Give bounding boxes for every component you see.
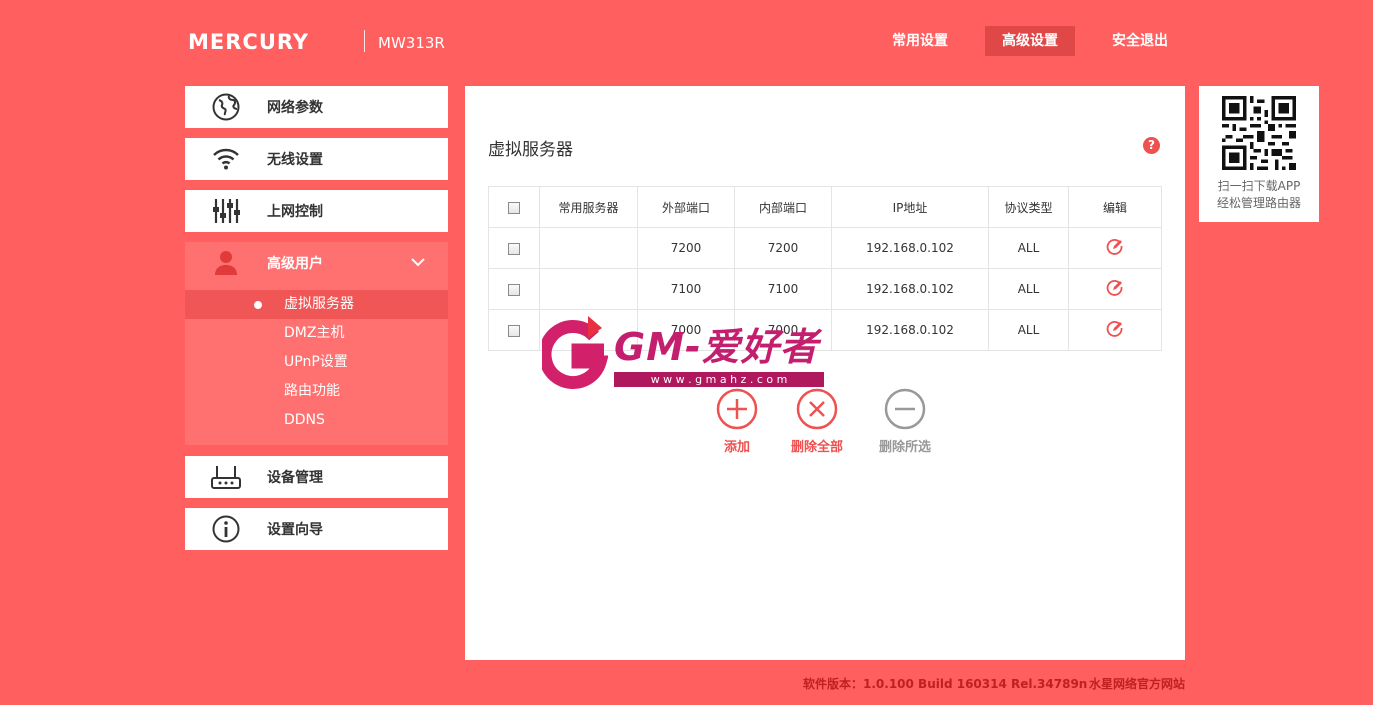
watermark: GM-爱好者 w w w . g m a h z . c o m <box>542 314 842 394</box>
column-header: 协议类型 <box>988 186 1069 228</box>
sidebar-item-label: 高级用户 <box>267 256 323 272</box>
nav-common-settings[interactable]: 常用设置 <box>880 26 960 56</box>
delete-selected-button[interactable]: 删除所选 <box>860 388 950 455</box>
column-header: 常用服务器 <box>539 186 638 228</box>
cell-external-port: 7200 <box>637 227 735 269</box>
sidebar-item-access-control[interactable]: 上网控制 <box>185 190 448 232</box>
qr-caption-line2: 经松管理路由器 <box>1216 196 1301 210</box>
help-icon[interactable]: ? <box>1143 137 1160 154</box>
submenu-upnp[interactable]: UPnP设置 <box>185 348 448 377</box>
app-qr-box: 扫一扫下载APP 经松管理路由器 <box>1199 86 1319 222</box>
cell-ip: 192.168.0.102 <box>831 268 989 310</box>
edit-icon[interactable] <box>1106 279 1124 300</box>
row-checkbox[interactable] <box>508 242 520 255</box>
cell-service <box>539 268 638 310</box>
page-title: 虚拟服务器 <box>488 140 573 160</box>
sidebar-item-advanced-user[interactable]: 高级用户 <box>185 242 448 284</box>
submenu-routing[interactable]: 路由功能 <box>185 377 448 406</box>
row-checkbox[interactable] <box>508 283 520 296</box>
watermark-text: GM-爱好者 <box>614 325 819 369</box>
router-icon <box>185 456 267 498</box>
nav-logout[interactable]: 安全退出 <box>1100 26 1180 56</box>
sidebar-item-network[interactable]: 网络参数 <box>185 86 448 128</box>
add-button[interactable]: 添加 <box>692 388 782 455</box>
qr-code-icon <box>1199 86 1319 174</box>
watermark-url: w w w . g m a h z . c o m <box>614 372 824 387</box>
cell-ip: 192.168.0.102 <box>831 309 989 351</box>
table-row: 7200 7200 192.168.0.102 ALL <box>488 227 1162 269</box>
table-row: 7100 7100 192.168.0.102 ALL <box>488 268 1162 310</box>
firmware-version: 软件版本：1.0.100 Build 160314 Rel.34789n <box>803 677 1088 691</box>
chevron-down-icon[interactable] <box>410 254 426 274</box>
nav-advanced-settings[interactable]: 高级设置 <box>985 26 1075 56</box>
cell-protocol: ALL <box>988 309 1069 351</box>
submenu-dmz[interactable]: DMZ主机 <box>185 319 448 348</box>
watermark-logo-icon <box>542 316 608 389</box>
cell-internal-port: 7200 <box>734 227 832 269</box>
column-header: 内部端口 <box>734 186 832 228</box>
cell-protocol: ALL <box>988 268 1069 310</box>
sidebar-item-label: 设置向导 <box>267 522 323 538</box>
edit-icon[interactable] <box>1106 320 1124 341</box>
brand-logo: MERCURY <box>188 30 310 54</box>
row-checkbox[interactable] <box>508 324 520 337</box>
submenu-ddns[interactable]: DDNS <box>185 406 448 435</box>
edit-icon[interactable] <box>1106 238 1124 259</box>
cell-external-port: 7100 <box>637 268 735 310</box>
sidebar-item-label: 网络参数 <box>267 100 323 116</box>
submenu-virtual-server[interactable]: 虚拟服务器 <box>185 290 448 319</box>
sidebar-item-label: 上网控制 <box>267 204 323 220</box>
column-header: 外部端口 <box>637 186 735 228</box>
model-name: MW313R <box>378 34 445 52</box>
minus-icon <box>884 388 926 430</box>
close-icon <box>796 388 838 430</box>
sidebar-item-setup-wizard[interactable]: 设置向导 <box>185 508 448 550</box>
qr-caption-line1: 扫一扫下载APP <box>1217 179 1301 193</box>
active-bullet-icon <box>254 301 262 309</box>
plus-icon <box>716 388 758 430</box>
delete-all-button[interactable]: 删除全部 <box>772 388 862 455</box>
column-header: 编辑 <box>1068 186 1162 228</box>
content-panel: 虚拟服务器 ? 常用服务器 外部端口 内部端口 IP地址 协议类型 编辑 720… <box>465 86 1185 660</box>
wifi-icon <box>185 138 267 180</box>
logo-divider <box>364 30 365 52</box>
select-all-checkbox[interactable] <box>508 201 520 214</box>
info-icon <box>185 508 267 550</box>
globe-icon <box>185 86 267 128</box>
column-header: IP地址 <box>831 186 989 228</box>
cell-internal-port: 7100 <box>734 268 832 310</box>
sliders-icon <box>185 190 267 232</box>
sidebar-item-label: 无线设置 <box>267 152 323 168</box>
sidebar-item-label: 设备管理 <box>267 470 323 486</box>
sidebar-item-wireless[interactable]: 无线设置 <box>185 138 448 180</box>
advanced-submenu: 虚拟服务器 DMZ主机 UPnP设置 路由功能 DDNS <box>185 284 448 445</box>
cell-ip: 192.168.0.102 <box>831 227 989 269</box>
cell-protocol: ALL <box>988 227 1069 269</box>
cell-service <box>539 227 638 269</box>
table-header-row: 常用服务器 外部端口 内部端口 IP地址 协议类型 编辑 <box>488 186 1162 228</box>
sidebar-item-device-management[interactable]: 设备管理 <box>185 456 448 498</box>
user-icon <box>185 242 267 284</box>
official-site-link[interactable]: 水星网络官方网站 <box>1089 675 1185 692</box>
